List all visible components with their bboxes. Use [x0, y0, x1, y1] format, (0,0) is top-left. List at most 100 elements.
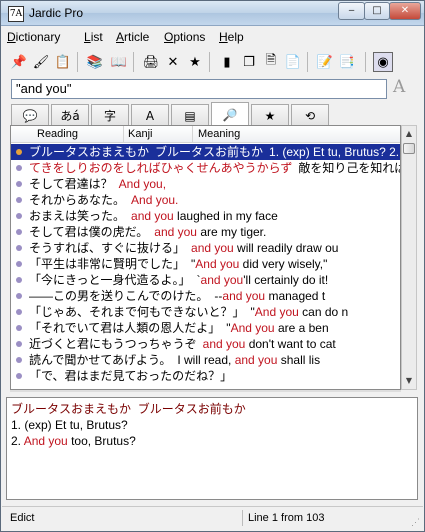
entry-japanese: 「それでいて君は人類の恩人だよ」 — [29, 321, 221, 335]
entry-meaning: I will read, — [177, 353, 235, 367]
star-icon[interactable]: ★ — [185, 52, 205, 72]
list-item[interactable]: 「平生は非常に賢明でした」 "And you did very wisely," — [11, 256, 400, 272]
entry-meaning: are a ben — [274, 321, 329, 335]
open-book-icon[interactable]: 📖 — [109, 52, 129, 72]
toolbar-separator — [365, 52, 366, 72]
copy-doc-icon[interactable]: 📋 — [53, 52, 73, 72]
menu-dictionary[interactable]: Dictionary — [7, 30, 60, 44]
sense-number: 2. — [11, 434, 24, 448]
print-icon[interactable]: 🖨 — [141, 52, 161, 72]
toolbar-separator — [133, 52, 134, 72]
resize-grip-icon[interactable]: ⋰ — [411, 517, 421, 527]
edit-doc-icon[interactable]: 📝 — [315, 52, 335, 72]
list-item[interactable]: てきをしりおのをしればひゃくせんあやうからず敵を知り己を知れば百戦危 — [11, 160, 400, 176]
entry-bullet-icon — [16, 197, 22, 203]
entry-text: 読んで聞かせてあげよう。 I will read, and you shall l… — [29, 352, 320, 368]
font-icon[interactable]: A — [393, 77, 405, 97]
delete-icon[interactable]: ✕ — [163, 52, 183, 72]
tab-kanji-icon[interactable]: 字 — [91, 104, 129, 126]
entry-bullet-icon — [16, 213, 22, 219]
search-input[interactable]: "and you" — [11, 79, 387, 99]
vertical-scrollbar[interactable]: ▲ ▼ — [401, 125, 417, 390]
column-divider[interactable] — [123, 126, 124, 143]
match-highlight: And you — [195, 257, 240, 271]
tab-page-icon[interactable]: ▤ — [171, 104, 209, 126]
entry-meaning: laughed in my face — [173, 209, 278, 223]
tab-book-search-icon[interactable]: 🔎 — [211, 102, 249, 127]
article-panel[interactable]: ブルータスおまえもか ブルータスお前もか 1. (exp) Et tu, Bru… — [6, 397, 418, 500]
toolbar-separator — [307, 52, 308, 72]
match-highlight: And you — [23, 434, 68, 448]
entry-text: 「今にきっと一身代造るよ。」 `and you'll certainly do i… — [29, 272, 328, 288]
list-item[interactable]: 「じゃあ、それまで何もできないと？」 "And you can do n — [11, 304, 400, 320]
entry-japanese: そして君達は？ — [29, 177, 113, 191]
doc-dark-icon[interactable]: ▮ — [217, 52, 237, 72]
status-dictionary: Edict — [10, 512, 35, 524]
clipboard-monitor-icon[interactable]: ◉ — [373, 52, 393, 72]
title-bar[interactable]: 7A Jardic Pro ‒ □ ✕ — [1, 1, 424, 26]
close-button[interactable]: ✕ — [389, 2, 421, 20]
list-item[interactable]: おまえは笑った。 and you laughed in my face — [11, 208, 400, 224]
list-item[interactable]: そうすれば、すぐに抜ける」 and you will readily draw o… — [11, 240, 400, 256]
list-item[interactable]: 「今にきっと一身代造るよ。」 `and you'll certainly do i… — [11, 272, 400, 288]
entry-meaning: 1. (exp) Et tu, Brutus? 2. And — [269, 145, 400, 159]
entry-meaning: will readily draw ou — [233, 241, 339, 255]
maximize-button[interactable]: □ — [364, 2, 390, 20]
entry-bullet-icon — [16, 325, 22, 331]
app-icon[interactable]: 7A — [8, 6, 24, 22]
pin-icon[interactable]: 📌 — [9, 52, 29, 72]
app-window: 7A Jardic Pro ‒ □ ✕ Dictionary List Arti… — [0, 0, 425, 532]
entry-reading: ブルータスおまえもか — [29, 145, 150, 159]
tab-history-icon[interactable]: ⟲ — [291, 104, 329, 126]
book-stack-icon[interactable]: 📚 — [85, 52, 105, 72]
column-kanji[interactable]: Kanji — [128, 128, 152, 140]
horizontal-scrollbar[interactable] — [10, 390, 401, 392]
entry-japanese: そうすれば、すぐに抜ける」 — [29, 241, 186, 255]
toolbar-separator — [209, 52, 210, 72]
tab-hiragana-icon[interactable]: あá — [51, 104, 89, 126]
column-meaning[interactable]: Meaning — [198, 128, 240, 140]
status-divider — [242, 510, 243, 526]
menu-options[interactable]: Options — [164, 30, 205, 44]
entry-japanese: 読んで聞かせてあげよう。 — [29, 353, 172, 367]
menu-list[interactable]: List — [84, 30, 103, 44]
list-item[interactable]: そして君は僕の虎だ。 and you are my tiger. — [11, 224, 400, 240]
add-doc-icon[interactable]: 🗎 — [261, 52, 281, 72]
match-highlight: and you — [202, 337, 246, 351]
tab-font-a-icon[interactable]: A — [131, 104, 169, 126]
tab-chat-icon[interactable]: 💬 — [11, 104, 49, 126]
list-item[interactable]: ブルータスおまえもか ブルータスお前もか 1. (exp) Et tu, Brutu… — [11, 144, 400, 160]
entry-meaning: can do n — [298, 305, 349, 319]
entry-bullet-icon — [16, 357, 22, 363]
match-highlight: and you — [234, 353, 278, 367]
match-highlight: And you, — [118, 177, 167, 191]
list-item[interactable]: 読んで聞かせてあげよう。 I will read, and you shall l… — [11, 352, 400, 368]
entry-text: 近づくと君にもうつっちゃうぞ and you don't want to cat — [29, 336, 336, 352]
add-page-icon[interactable]: 📄 — [283, 52, 303, 72]
menu-article[interactable]: Article — [116, 30, 149, 44]
list-item[interactable]: ――この男を送りこんでのけた。 --and you managed t — [11, 288, 400, 304]
menu-help[interactable]: Help — [219, 30, 244, 44]
minimize-button[interactable]: ‒ — [338, 2, 365, 20]
list-item[interactable]: 「で、君はまだ見ておったのだね？」 — [11, 368, 400, 384]
entry-japanese: 「今にきっと一身代造るよ。」 — [29, 273, 191, 287]
scroll-thumb[interactable] — [403, 143, 415, 154]
entry-bullet-icon — [16, 373, 22, 379]
list-item[interactable]: そして君達は？ And you, — [11, 176, 400, 192]
clipboard-edit-icon[interactable]: 📑 — [337, 52, 357, 72]
entry-meaning: 'll certainly do it! — [243, 273, 329, 287]
entry-bullet-icon — [16, 245, 22, 251]
copy-icon[interactable]: ❐ — [239, 52, 259, 72]
tab-favorite-star-icon[interactable]: ★ — [251, 104, 289, 126]
results-list[interactable]: Reading Kanji Meaning ブルータスおまえもか ブルータスお前も… — [10, 125, 401, 390]
column-divider[interactable] — [192, 126, 193, 143]
match-highlight: and you — [222, 289, 266, 303]
list-item[interactable]: 近づくと君にもうつっちゃうぞ and you don't want to cat — [11, 336, 400, 352]
list-item[interactable]: 「それでいて君は人類の恩人だよ」 "And you are a ben — [11, 320, 400, 336]
brush-icon[interactable]: 🖌 — [31, 52, 51, 72]
column-reading[interactable]: Reading — [37, 128, 78, 140]
scroll-up-arrow-icon[interactable]: ▲ — [402, 126, 416, 142]
scroll-down-arrow-icon[interactable]: ▼ — [402, 373, 416, 389]
list-item[interactable]: それからあなた。 And you. — [11, 192, 400, 208]
list-rows: ブルータスおまえもか ブルータスお前もか 1. (exp) Et tu, Brutu… — [11, 144, 400, 384]
